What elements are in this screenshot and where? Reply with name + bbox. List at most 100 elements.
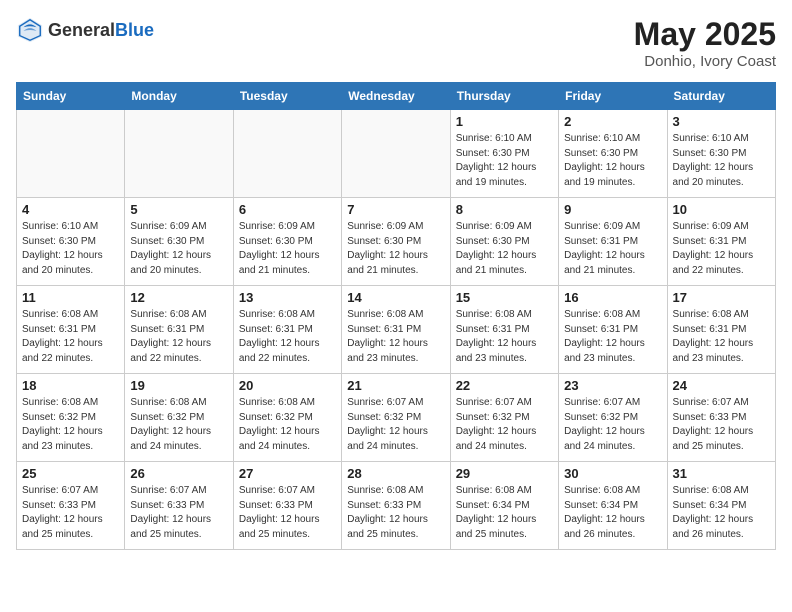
day-number: 30 — [564, 466, 661, 481]
calendar-cell: 21 Sunrise: 6:07 AM Sunset: 6:32 PM Dayli… — [342, 374, 450, 462]
calendar-cell — [17, 110, 125, 198]
day-number: 18 — [22, 378, 119, 393]
day-number: 1 — [456, 114, 553, 129]
calendar-body: 1 Sunrise: 6:10 AM Sunset: 6:30 PM Daylig… — [17, 110, 776, 550]
week-row-4: 18 Sunrise: 6:08 AM Sunset: 6:32 PM Dayli… — [17, 374, 776, 462]
day-info: Sunrise: 6:08 AM Sunset: 6:34 PM Dayligh… — [456, 484, 553, 542]
week-row-3: 11Sunrise: 6:08 AM Sunset: 6:31 PM Dayli… — [17, 286, 776, 374]
week-row-2: 4Sunrise: 6:10 AM Sunset: 6:30 PM Daylig… — [17, 198, 776, 286]
day-info: Sunrise: 6:07 AM Sunset: 6:32 PM Dayligh… — [456, 396, 553, 454]
day-info: Sunrise: 6:10 AM Sunset: 6:30 PM Dayligh… — [564, 132, 661, 190]
day-info: Sunrise: 6:09 AM Sunset: 6:31 PM Dayligh… — [673, 220, 770, 278]
day-header-sunday: Sunday — [17, 83, 125, 110]
day-info: Sunrise: 6:09 AM Sunset: 6:30 PM Dayligh… — [456, 220, 553, 278]
calendar-cell: 17 Sunrise: 6:08 AM Sunset: 6:31 PM Dayli… — [667, 286, 775, 374]
calendar-cell: 20Sunrise: 6:08 AM Sunset: 6:32 PM Dayli… — [233, 374, 341, 462]
day-number: 8 — [456, 202, 553, 217]
calendar-cell: 19Sunrise: 6:08 AM Sunset: 6:32 PM Dayli… — [125, 374, 233, 462]
logo-blue: Blue — [115, 20, 154, 40]
day-info: Sunrise: 6:08 AM Sunset: 6:34 PM Dayligh… — [673, 484, 770, 542]
calendar-cell: 10 Sunrise: 6:09 AM Sunset: 6:31 PM Dayli… — [667, 198, 775, 286]
calendar-cell: 9 Sunrise: 6:09 AM Sunset: 6:31 PM Daylig… — [559, 198, 667, 286]
day-info: Sunrise: 6:08 AM Sunset: 6:31 PM Dayligh… — [239, 308, 336, 366]
calendar-cell: 26Sunrise: 6:07 AM Sunset: 6:33 PM Dayli… — [125, 462, 233, 550]
day-info: Sunrise: 6:10 AM Sunset: 6:30 PM Dayligh… — [456, 132, 553, 190]
day-number: 27 — [239, 466, 336, 481]
day-info: Sunrise: 6:08 AM Sunset: 6:34 PM Dayligh… — [564, 484, 661, 542]
calendar-cell — [125, 110, 233, 198]
day-header-monday: Monday — [125, 83, 233, 110]
week-row-1: 1 Sunrise: 6:10 AM Sunset: 6:30 PM Daylig… — [17, 110, 776, 198]
day-header-friday: Friday — [559, 83, 667, 110]
day-number: 12 — [130, 290, 227, 305]
calendar-cell: 6 Sunrise: 6:09 AM Sunset: 6:30 PM Daylig… — [233, 198, 341, 286]
day-number: 21 — [347, 378, 444, 393]
calendar-cell — [233, 110, 341, 198]
calendar-cell: 23 Sunrise: 6:07 AM Sunset: 6:32 PM Dayli… — [559, 374, 667, 462]
day-info: Sunrise: 6:10 AM Sunset: 6:30 PM Dayligh… — [22, 220, 119, 278]
day-info: Sunrise: 6:08 AM Sunset: 6:33 PM Dayligh… — [347, 484, 444, 542]
day-info: Sunrise: 6:08 AM Sunset: 6:32 PM Dayligh… — [22, 396, 119, 454]
day-info: Sunrise: 6:10 AM Sunset: 6:30 PM Dayligh… — [673, 132, 770, 190]
day-number: 22 — [456, 378, 553, 393]
day-info: Sunrise: 6:07 AM Sunset: 6:32 PM Dayligh… — [347, 396, 444, 454]
day-header-saturday: Saturday — [667, 83, 775, 110]
day-info: Sunrise: 6:08 AM Sunset: 6:31 PM Dayligh… — [22, 308, 119, 366]
day-number: 31 — [673, 466, 770, 481]
calendar-cell: 8 Sunrise: 6:09 AM Sunset: 6:30 PM Daylig… — [450, 198, 558, 286]
day-header-tuesday: Tuesday — [233, 83, 341, 110]
day-info: Sunrise: 6:07 AM Sunset: 6:32 PM Dayligh… — [564, 396, 661, 454]
title-block: May 2025 Donhio, Ivory Coast — [634, 16, 776, 70]
day-info: Sunrise: 6:09 AM Sunset: 6:30 PM Dayligh… — [130, 220, 227, 278]
calendar-cell: 11Sunrise: 6:08 AM Sunset: 6:31 PM Dayli… — [17, 286, 125, 374]
day-info: Sunrise: 6:07 AM Sunset: 6:33 PM Dayligh… — [130, 484, 227, 542]
day-info: Sunrise: 6:09 AM Sunset: 6:31 PM Dayligh… — [564, 220, 661, 278]
day-number: 5 — [130, 202, 227, 217]
logo-wordmark: GeneralBlue — [48, 20, 154, 41]
day-number: 28 — [347, 466, 444, 481]
day-number: 2 — [564, 114, 661, 129]
day-number: 29 — [456, 466, 553, 481]
calendar-cell: 2 Sunrise: 6:10 AM Sunset: 6:30 PM Daylig… — [559, 110, 667, 198]
calendar-cell: 29 Sunrise: 6:08 AM Sunset: 6:34 PM Dayli… — [450, 462, 558, 550]
day-number: 25 — [22, 466, 119, 481]
calendar-cell: 15Sunrise: 6:08 AM Sunset: 6:31 PM Dayli… — [450, 286, 558, 374]
page-header: GeneralBlue May 2025 Donhio, Ivory Coast — [16, 16, 776, 70]
week-row-5: 25 Sunrise: 6:07 AM Sunset: 6:33 PM Dayli… — [17, 462, 776, 550]
calendar-cell: 16 Sunrise: 6:08 AM Sunset: 6:31 PM Dayli… — [559, 286, 667, 374]
calendar-cell: 25 Sunrise: 6:07 AM Sunset: 6:33 PM Dayli… — [17, 462, 125, 550]
day-info: Sunrise: 6:08 AM Sunset: 6:32 PM Dayligh… — [130, 396, 227, 454]
calendar-cell: 30 Sunrise: 6:08 AM Sunset: 6:34 PM Dayli… — [559, 462, 667, 550]
day-number: 20 — [239, 378, 336, 393]
calendar-cell: 18 Sunrise: 6:08 AM Sunset: 6:32 PM Dayli… — [17, 374, 125, 462]
day-info: Sunrise: 6:07 AM Sunset: 6:33 PM Dayligh… — [22, 484, 119, 542]
day-number: 16 — [564, 290, 661, 305]
calendar-cell: 5 Sunrise: 6:09 AM Sunset: 6:30 PM Daylig… — [125, 198, 233, 286]
month-year: May 2025 — [634, 16, 776, 53]
logo: GeneralBlue — [16, 16, 154, 44]
day-info: Sunrise: 6:08 AM Sunset: 6:31 PM Dayligh… — [130, 308, 227, 366]
day-number: 6 — [239, 202, 336, 217]
day-info: Sunrise: 6:07 AM Sunset: 6:33 PM Dayligh… — [239, 484, 336, 542]
day-info: Sunrise: 6:08 AM Sunset: 6:31 PM Dayligh… — [673, 308, 770, 366]
header-row: SundayMondayTuesdayWednesdayThursdayFrid… — [17, 83, 776, 110]
location: Donhio, Ivory Coast — [634, 53, 776, 70]
calendar-cell: 1 Sunrise: 6:10 AM Sunset: 6:30 PM Daylig… — [450, 110, 558, 198]
day-number: 7 — [347, 202, 444, 217]
day-info: Sunrise: 6:08 AM Sunset: 6:31 PM Dayligh… — [564, 308, 661, 366]
day-number: 17 — [673, 290, 770, 305]
day-info: Sunrise: 6:09 AM Sunset: 6:30 PM Dayligh… — [347, 220, 444, 278]
day-number: 23 — [564, 378, 661, 393]
calendar-cell: 27 Sunrise: 6:07 AM Sunset: 6:33 PM Dayli… — [233, 462, 341, 550]
day-number: 24 — [673, 378, 770, 393]
calendar-header: SundayMondayTuesdayWednesdayThursdayFrid… — [17, 83, 776, 110]
calendar-cell: 14Sunrise: 6:08 AM Sunset: 6:31 PM Dayli… — [342, 286, 450, 374]
day-number: 10 — [673, 202, 770, 217]
day-number: 13 — [239, 290, 336, 305]
day-info: Sunrise: 6:09 AM Sunset: 6:30 PM Dayligh… — [239, 220, 336, 278]
calendar-cell: 13 Sunrise: 6:08 AM Sunset: 6:31 PM Dayli… — [233, 286, 341, 374]
calendar-cell: 22 Sunrise: 6:07 AM Sunset: 6:32 PM Dayli… — [450, 374, 558, 462]
day-info: Sunrise: 6:08 AM Sunset: 6:31 PM Dayligh… — [347, 308, 444, 366]
calendar-cell — [342, 110, 450, 198]
day-number: 9 — [564, 202, 661, 217]
